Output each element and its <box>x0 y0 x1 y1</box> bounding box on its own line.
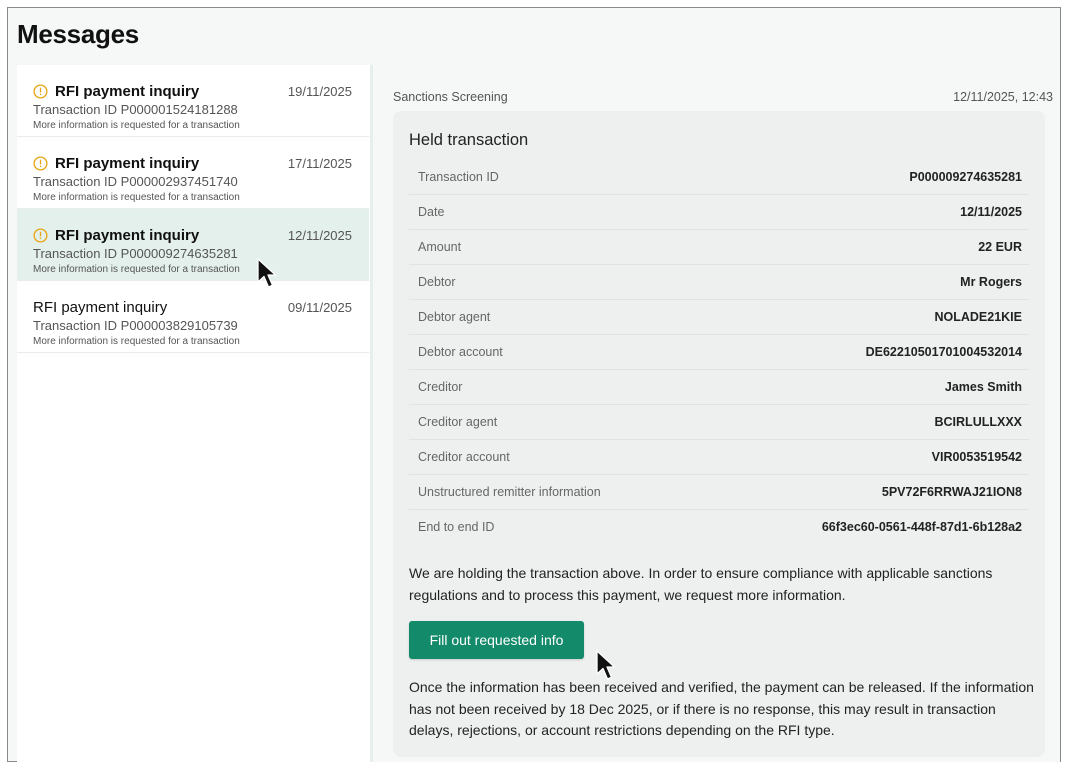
message-date: 12/11/2025 <box>287 228 352 243</box>
release-conditions-text: Once the information has been received a… <box>409 679 1034 738</box>
detail-label: End to end ID <box>418 520 495 534</box>
detail-label: Unstructured remitter information <box>418 485 601 499</box>
message-description: More information is requested for a tran… <box>33 264 240 275</box>
detail-value: 12/11/2025 <box>960 205 1022 219</box>
detail-label: Date <box>418 205 445 219</box>
detail-value: 66f3ec60-0561-448f-87d1-6b128a2 <box>821 520 1022 534</box>
message-list-item-selected[interactable]: RFI payment inquiry 12/11/2025 Transacti… <box>17 209 369 281</box>
message-title: RFI payment inquiry <box>33 299 168 316</box>
detail-row-debtor: Debtor Mr Rogers <box>409 265 1029 300</box>
detail-row-creditor: Creditor James Smith <box>409 370 1029 405</box>
message-detail: Sanctions Screening 12/11/2025, 12:43 He… <box>373 65 1060 762</box>
message-date: 19/11/2025 <box>287 84 352 99</box>
detail-label: Creditor agent <box>418 415 498 429</box>
detail-row-debtor-account: Debtor account DE62210501701004532014 <box>409 335 1029 370</box>
detail-row-debtor-agent: Debtor agent NOLADE21KIE <box>409 300 1029 335</box>
detail-value: 5PV72F6RRWAJ21ION8 <box>881 485 1022 499</box>
detail-value: James Smith <box>944 380 1022 394</box>
message-date: 17/11/2025 <box>287 156 352 171</box>
warning-circle-icon <box>33 84 48 99</box>
card-title: Held transaction <box>409 131 529 149</box>
hold-explanation-text: We are holding the transaction above. In… <box>409 565 993 603</box>
message-transaction-id: Transaction ID P000009274635281 <box>33 246 238 261</box>
detail-row-transaction-id: Transaction ID P000009274635281 <box>409 160 1029 195</box>
detail-row-end-to-end-id: End to end ID 66f3ec60-0561-448f-87d1-6b… <box>409 510 1029 545</box>
message-title: RFI payment inquiry <box>55 155 200 172</box>
warning-circle-icon <box>33 156 48 171</box>
message-date: 09/11/2025 <box>287 300 352 315</box>
detail-label: Debtor <box>418 275 456 289</box>
message-list-item[interactable]: RFI payment inquiry 17/11/2025 Transacti… <box>17 137 369 209</box>
detail-value: BCIRLULLXXX <box>934 415 1023 429</box>
detail-label: Amount <box>418 240 462 254</box>
message-list: RFI payment inquiry 19/11/2025 Transacti… <box>17 65 370 762</box>
detail-label: Debtor agent <box>418 310 491 324</box>
message-title: RFI payment inquiry <box>55 227 200 244</box>
detail-label: Debtor account <box>418 345 503 359</box>
message-transaction-id: Transaction ID P000003829105739 <box>33 318 238 333</box>
detail-value: Mr Rogers <box>960 275 1022 289</box>
detail-row-amount: Amount 22 EUR <box>409 230 1029 265</box>
detail-row-creditor-account: Creditor account VIR0053519542 <box>409 440 1029 475</box>
detail-value: P000009274635281 <box>909 170 1022 184</box>
message-description: More information is requested for a tran… <box>33 192 240 203</box>
message-title: RFI payment inquiry <box>55 83 200 100</box>
detail-row-creditor-agent: Creditor agent BCIRLULLXXX <box>409 405 1029 440</box>
page-title: Messages <box>17 19 139 49</box>
detail-row-remitter-info: Unstructured remitter information 5PV72F… <box>409 475 1029 510</box>
message-list-item[interactable]: RFI payment inquiry 09/11/2025 Transacti… <box>17 281 369 353</box>
message-transaction-id: Transaction ID P000001524181288 <box>33 102 238 117</box>
detail-value: VIR0053519542 <box>931 450 1022 464</box>
fill-out-info-button[interactable]: Fill out requested info <box>409 621 584 659</box>
detail-value: DE62210501701004532014 <box>865 345 1022 359</box>
warning-circle-icon <box>33 228 48 243</box>
detail-label: Creditor account <box>418 450 510 464</box>
detail-label: Creditor <box>418 380 463 394</box>
held-transaction-card: Held transaction Transaction ID P0000092… <box>393 111 1045 757</box>
message-description: More information is requested for a tran… <box>33 336 240 347</box>
detail-value: 22 EUR <box>978 240 1022 254</box>
message-description: More information is requested for a tran… <box>33 120 240 131</box>
detail-label: Transaction ID <box>418 170 499 184</box>
message-list-item[interactable]: RFI payment inquiry 19/11/2025 Transacti… <box>17 65 369 137</box>
detail-row-date: Date 12/11/2025 <box>409 195 1029 230</box>
transaction-details-table: Transaction ID P000009274635281 Date 12/… <box>409 160 1029 545</box>
message-source: Sanctions Screening <box>393 90 508 104</box>
detail-value: NOLADE21KIE <box>934 310 1022 324</box>
message-transaction-id: Transaction ID P000002937451740 <box>33 174 238 189</box>
app-window: Messages RFI payment inquiry 19/11/2025 … <box>7 7 1061 762</box>
message-timestamp: 12/11/2025, 12:43 <box>953 90 1053 104</box>
